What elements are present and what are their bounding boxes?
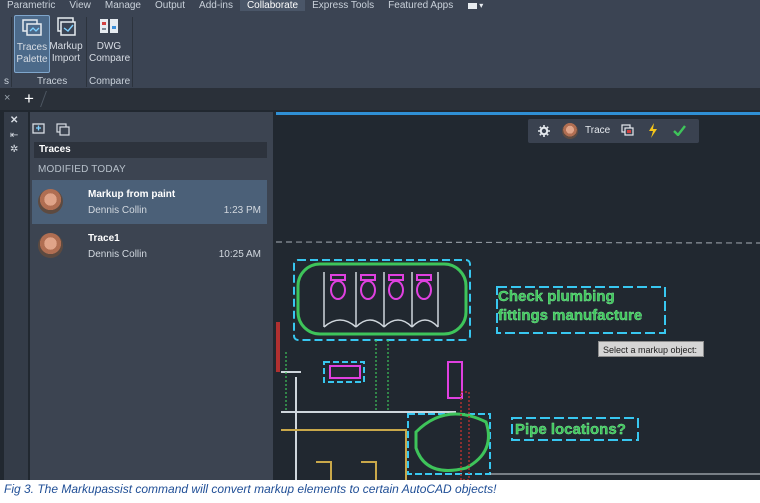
new-tab-button[interactable]: + [24,89,34,109]
wall-line [281,371,456,480]
trace-title: Markup from paint [88,189,176,200]
tab-divider [40,91,47,107]
pipe-runs [285,340,389,412]
new-trace-icon[interactable] [32,123,46,136]
autocad-window: Parametric View Manage Output Add-ins Co… [0,0,760,480]
red-wall [276,322,280,372]
chevron-down-icon: ▾ [479,1,484,10]
markup-import-icon[interactable] [56,123,70,136]
markup-text-line: Check plumbing [498,288,615,305]
markup-cloud-green [296,262,468,336]
traces-palette-button[interactable]: Traces Palette [14,15,50,73]
markup-import-label-1: Markup [49,41,83,52]
traces-palette-icon [21,17,43,39]
tab-featured-apps[interactable]: Featured Apps [381,0,460,11]
tab-manage[interactable]: Manage [98,0,148,11]
avatar [38,189,63,214]
ribbon-panel: s Traces Palette Markup Import DWG Compa… [0,11,760,89]
ribbon-separator [11,17,12,87]
markup-box-cyan [407,413,491,475]
fixture-magenta [447,361,463,399]
fixture-outline [316,461,377,480]
toilet-fixtures [330,274,432,300]
workspace-icon [468,2,478,9]
panel-label-traces: Traces [37,76,68,87]
trace-list-item[interactable]: Markup from paint Dennis Collin 1:23 PM [32,180,267,224]
dwg-compare-label-1: DWG [96,41,122,52]
trace-author: Dennis Collin [88,249,147,260]
tab-express-tools[interactable]: Express Tools [305,0,381,11]
tab-output[interactable]: Output [148,0,192,11]
markup-import-label-2: Import [51,53,81,64]
auto-hide-icon[interactable]: ⇤ [10,131,18,141]
file-tab-bar: × + [0,89,760,110]
trace-author: Dennis Collin [88,205,147,216]
dwg-compare-label-2: Compare [89,53,131,64]
traces-palette: Traces MODIFIED TODAY Markup from paint … [30,112,273,480]
trace-toolbar: Trace [528,119,699,143]
traces-palette-label-1: Traces [16,42,48,53]
markup-import-icon [55,16,77,38]
dwg-compare-button[interactable]: DWG Compare [89,15,131,71]
panel-label-compare: Compare [89,76,131,87]
ribbon-separator [132,17,133,87]
figure-caption: Fig 3. The Markupassist command will con… [4,482,497,496]
palette-header: Traces [34,142,267,158]
workspace-dropdown[interactable]: ▾ [468,1,486,10]
tab-view[interactable]: View [62,0,98,11]
trace-list-item[interactable]: Trace1 Dennis Collin 10:25 AM [32,224,267,268]
tab-parametric[interactable]: Parametric [0,0,62,11]
trace-title: Trace1 [88,233,120,244]
drawing-canvas[interactable]: Check plumbing fittings manufacture Pipe… [275,112,760,480]
close-icon[interactable]: × [4,92,10,104]
gear-icon[interactable]: ✲ [10,145,18,155]
markup-text-line: fittings manufacture [498,307,643,324]
previous-panel-label: s [4,76,9,87]
avatar [38,233,63,258]
ribbon-separator [86,17,87,87]
dwg-compare-icon [98,16,120,38]
tab-collaborate[interactable]: Collaborate [239,0,306,11]
drawing-tab-indicator [276,112,760,115]
markup-import-icon[interactable] [621,124,634,137]
lightning-icon[interactable] [648,123,658,138]
markup-import-button[interactable]: Markup Import [49,15,83,71]
trace-time: 1:23 PM [223,205,261,216]
markup-cloud-green [414,412,490,472]
dashed-line [275,241,760,244]
tab-add-ins[interactable]: Add-ins [192,0,240,11]
markup-box-cyan [293,259,471,341]
palette-toolbar [30,112,273,142]
palette-title-strip: ✕ ⇤ ✲ [4,112,28,480]
command-tooltip: Select a markup object: [598,341,704,357]
trace-time: 10:25 AM [218,249,261,260]
ribbon-tab-bar: Parametric View Manage Output Add-ins Co… [0,0,760,11]
wall-line-tan [281,429,407,480]
check-icon[interactable] [673,125,686,136]
avatar [562,123,578,139]
sink-fixture [329,365,361,379]
close-palette-icon[interactable]: ✕ [10,116,18,126]
section-modified-today: MODIFIED TODAY [38,164,126,175]
gear-icon[interactable] [538,125,550,137]
trace-name-label: Trace [585,125,611,136]
traces-palette-label-2: Palette [16,54,48,65]
markup-text-pipe-locations: Pipe locations? [515,421,626,438]
markup-text-plumbing: Check plumbing fittings manufacture [498,287,643,325]
